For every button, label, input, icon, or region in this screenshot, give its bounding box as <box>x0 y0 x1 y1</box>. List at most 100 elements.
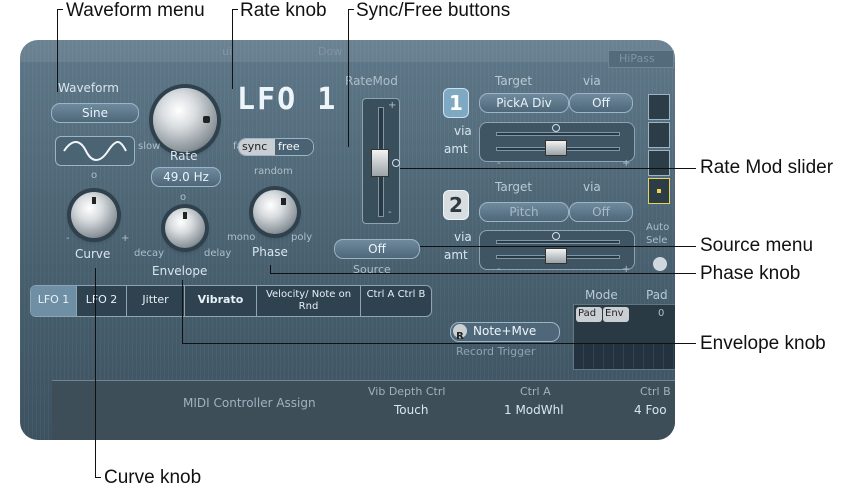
tab-lfo-1-label: LFO 1 <box>37 293 70 306</box>
curve-top-marker: o <box>91 170 98 181</box>
rate-value-display[interactable]: 49.0 Hz <box>151 167 221 187</box>
mod-route-2-via-value: Off <box>592 205 610 219</box>
lfo-tab-bar: LFO 1 LFO 2 Jitter Vibrato Velocity/ Not… <box>30 285 432 317</box>
tab-ctrl[interactable]: Ctrl A Ctrl B <box>361 286 431 316</box>
mod-route-2-via-dot[interactable] <box>552 232 560 240</box>
side-cell-4[interactable] <box>648 178 670 204</box>
mod-route-2-target-menu[interactable]: Pitch <box>479 202 569 222</box>
ratemod-slider-dot <box>392 159 400 167</box>
hipass-button[interactable]: HiPass <box>608 50 674 68</box>
phase-callout-line-v <box>270 265 271 274</box>
phase-poly-label: poly <box>291 232 313 243</box>
side-sel-label: Sele <box>646 235 668 246</box>
side-auto-label: Auto <box>646 222 670 233</box>
phase-knob[interactable] <box>253 190 297 234</box>
mod-route-1-amt-slider[interactable] <box>545 140 567 156</box>
phase-label: Phase <box>252 245 288 259</box>
record-trigger-menu[interactable]: R Note+Mve <box>450 322 560 342</box>
midi-col-2-value[interactable]: 1 ModWhl <box>504 403 564 417</box>
midi-col-3-value[interactable]: 4 Foo <box>634 403 667 417</box>
env-button-label: Env <box>605 308 624 319</box>
mod-route-2-via-label: via <box>583 180 601 194</box>
mod-route-1-via-value: Off <box>592 96 610 110</box>
tab-velocity[interactable]: Velocity/ Note on Rnd <box>257 286 361 316</box>
mod-route-2-target-label: Target <box>495 180 533 194</box>
side-radio[interactable] <box>651 255 669 273</box>
curve-callout-line-v <box>95 268 96 478</box>
envelope-delay-label: delay <box>204 248 232 259</box>
waveform-value: Sine <box>82 106 108 120</box>
mod-route-2-row-via: via <box>454 230 472 244</box>
sync-button[interactable]: sync <box>239 139 275 155</box>
midi-col-1-value[interactable]: Touch <box>394 403 428 417</box>
envelope-decay-label: decay <box>134 248 165 259</box>
source-value: Off <box>368 242 386 256</box>
mod-route-1-num: 1 <box>449 91 463 115</box>
waveform-display <box>55 136 135 166</box>
mod-route-2-number[interactable]: 2 <box>443 190 469 220</box>
waveform-callout-line-v <box>57 9 58 92</box>
tab-lfo-1[interactable]: LFO 1 <box>31 286 77 316</box>
rate-value: 49.0 Hz <box>163 170 209 184</box>
sync-callout-line-h <box>348 9 354 10</box>
mod-route-1-target-menu[interactable]: PickA Div <box>479 93 569 113</box>
mod-route-1-via-menu[interactable]: Off <box>569 93 633 113</box>
ratemod-callout-line <box>400 168 696 169</box>
side-cell-1[interactable] <box>648 94 670 120</box>
tab-ctrl-label: Ctrl A Ctrl B <box>366 289 426 300</box>
pad-button[interactable]: Pad <box>576 307 602 322</box>
curve-knob[interactable] <box>71 192 117 238</box>
midi-title: MIDI Controller Assign <box>183 396 316 410</box>
mode-value: 0 <box>658 308 665 319</box>
envelope-callout-line-v <box>182 280 183 344</box>
sync-label: sync <box>242 140 268 153</box>
waveform-callout-line-h <box>57 9 63 10</box>
curve-knob-indicator <box>92 197 96 204</box>
ratemod-slider-frame: + - <box>362 98 400 224</box>
free-button[interactable]: free <box>275 139 313 155</box>
tab-vibrato[interactable]: Vibrato <box>185 286 257 316</box>
mod-route-2-target-value: Pitch <box>509 205 539 219</box>
mode-label: Mode <box>585 288 618 302</box>
sync-free-buttons: sync free <box>238 138 314 156</box>
mode-box: Pad Env 0 <box>573 304 675 370</box>
curve-plus-label: + <box>121 233 130 244</box>
free-label: free <box>278 140 300 153</box>
mod-route-1-number[interactable]: 1 <box>443 88 469 118</box>
envelope-top-marker: o <box>180 192 187 203</box>
envelope-label: Envelope <box>152 264 208 278</box>
record-mode-value: Note+Mve <box>473 324 537 338</box>
top-strip-left: ui <box>222 45 233 58</box>
callout-source-menu: Source menu <box>700 235 814 256</box>
ratemod-plus: + <box>388 100 397 111</box>
mod-route-2-amt-slider[interactable] <box>545 248 567 264</box>
rate-callout-line-h <box>232 9 238 10</box>
source-callout-line <box>420 246 696 247</box>
midi-col-1-header: Vib Depth Ctrl <box>368 385 446 398</box>
record-r-icon: R <box>453 324 467 342</box>
envelope-knob[interactable] <box>165 208 205 248</box>
sine-wave-icon <box>63 141 127 161</box>
source-menu[interactable]: Off <box>334 239 420 259</box>
callout-envelope-knob: Envelope knob <box>700 333 826 354</box>
mod-route-2-num: 2 <box>449 193 463 217</box>
mod-route-1-target-value: PickA Div <box>496 96 552 110</box>
side-grid <box>648 94 670 210</box>
waveform-menu[interactable]: Sine <box>51 103 139 123</box>
rate-callout-line-v <box>232 9 233 89</box>
tab-jitter-label: Jitter <box>142 293 169 306</box>
callout-curve-knob: Curve knob <box>104 467 202 488</box>
side-cell-4-dot <box>657 189 661 193</box>
tab-lfo-2[interactable]: LFO 2 <box>77 286 127 316</box>
tab-jitter[interactable]: Jitter <box>127 286 185 316</box>
mod-route-1-via-label: via <box>583 74 601 88</box>
rate-knob[interactable] <box>153 88 217 152</box>
callout-rate-mod-slider: Rate Mod slider <box>700 157 834 178</box>
pad-button-label: Pad <box>578 308 597 319</box>
mod-route-2-via-menu[interactable]: Off <box>569 202 633 222</box>
side-cell-3[interactable] <box>648 150 670 176</box>
side-cell-2[interactable] <box>648 122 670 148</box>
env-button[interactable]: Env <box>603 307 629 322</box>
ratemod-slider[interactable] <box>371 149 389 177</box>
mod-route-1-via-dot[interactable] <box>552 124 560 132</box>
